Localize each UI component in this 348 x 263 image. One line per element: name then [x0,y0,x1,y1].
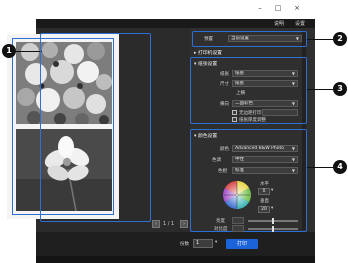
prev-page-button[interactable]: ‹ [152,220,160,228]
orientation-label: 上横 [236,91,245,96]
hue-value: 标准 [235,168,244,173]
tone-value: 中性 [235,157,244,162]
paper-size-value: 纸张 [235,81,244,86]
chevron-down-icon: ▼ [295,36,299,41]
preset-label: 预置 [204,37,213,42]
callout-2: 2 [333,32,347,46]
paper-source-label: 纸张 [220,72,229,77]
chevron-down-icon: ▼ [291,146,295,151]
vertical-spin-icon[interactable]: ▾ [271,206,273,211]
contrast-slider-thumb[interactable] [272,226,274,232]
copies-label: 份数 [180,242,189,247]
color-settings-header[interactable]: ▾ 颜色设置 [194,132,217,139]
contrast-label: 对比度 [214,227,228,232]
vertical-label: 垂直 [260,199,269,204]
chevron-down-icon: ▼ [291,157,295,162]
borderless-checkbox[interactable] [232,110,237,115]
print-button[interactable]: 打印 [226,239,258,249]
menu-bar: 说明 设置 [36,19,315,28]
callout-2-leader [307,39,335,41]
close-icon[interactable]: × [291,3,303,13]
paper-thickness-label: 纸张厚度调整 [239,118,266,123]
bottom-bar [36,232,315,256]
borderless-amount-field[interactable] [262,109,298,116]
tone-label: 色调 [212,158,221,163]
vertical-stepper[interactable]: 20 [258,206,270,213]
horizontal-stepper[interactable]: 0 [258,188,270,195]
color-settings-title: 颜色设置 [197,134,218,139]
paper-settings-title: 纸张设置 [197,62,218,67]
paper-size-dropdown[interactable]: 纸张 ▼ [232,80,298,87]
tone-dropdown[interactable]: 中性 ▼ [232,156,298,163]
preview-highlight [40,33,151,222]
printer-settings-header[interactable]: ▸ 打印机设置 [194,49,222,56]
chevron-down-icon: ▼ [291,168,295,173]
status-bar [36,256,315,263]
paper-type-value: 二面彩色 [235,101,253,106]
chevron-down-icon: ▼ [291,101,295,106]
menu-item-help[interactable]: 说明 [274,20,284,27]
printer-settings-title: 打印机设置 [197,51,222,56]
copies-input[interactable]: 1 [193,239,213,248]
callout-1: 1 [2,44,16,58]
maximize-icon[interactable]: □ [272,3,284,13]
paper-source-dropdown[interactable]: 纸张 ▼ [232,70,298,77]
brightness-slider-thumb[interactable] [272,218,274,224]
borderless-label: 无边距打印 [239,111,262,116]
color-wheel[interactable] [222,180,252,210]
contrast-field[interactable] [232,225,244,232]
paper-source-value: 纸张 [235,71,244,76]
paper-thickness-checkbox[interactable] [232,117,237,122]
copies-value: 1 [196,240,200,246]
paper-type-dropdown[interactable]: 二面彩色 ▼ [232,100,298,107]
color-mode-dropdown[interactable]: Advanced B&W Photo ▼ [232,145,298,152]
paper-settings-header[interactable]: ▾ 纸张设置 [194,60,217,67]
brightness-field[interactable] [232,217,244,224]
callout-3: 3 [333,82,347,96]
next-page-button[interactable]: › [180,220,188,228]
page-indicator: 1 / 1 [163,221,175,227]
color-mode-label: 颜色 [220,147,229,152]
brightness-label: 亮度 [216,219,225,224]
chevron-down-icon: ▼ [291,81,295,86]
preset-dropdown[interactable]: 当前设置 ▼ [228,35,302,42]
color-mode-value: Advanced B&W Photo [235,146,284,151]
callout-4-leader [307,167,335,169]
minimize-icon[interactable]: – [254,3,266,13]
hue-dropdown[interactable]: 标准 ▼ [232,167,298,174]
callout-4: 4 [333,160,347,174]
horizontal-value: 0 [262,189,266,194]
menu-item-settings[interactable]: 设置 [295,20,305,27]
paper-size-label: 尺寸 [220,82,229,87]
horizontal-spin-icon[interactable]: ▾ [271,188,273,193]
title-bar: – □ × [36,0,315,19]
callout-1-leader [16,51,42,53]
chevron-down-icon: ▼ [291,71,295,76]
paper-type-label: 横向 [220,102,229,107]
hue-label: 色相 [218,169,227,174]
vertical-value: 20 [261,207,267,212]
horizontal-label: 水平 [260,182,269,187]
copies-spin-icon[interactable]: ▾ [215,240,217,245]
callout-3-leader [307,89,335,91]
preset-value: 当前设置 [231,36,249,41]
